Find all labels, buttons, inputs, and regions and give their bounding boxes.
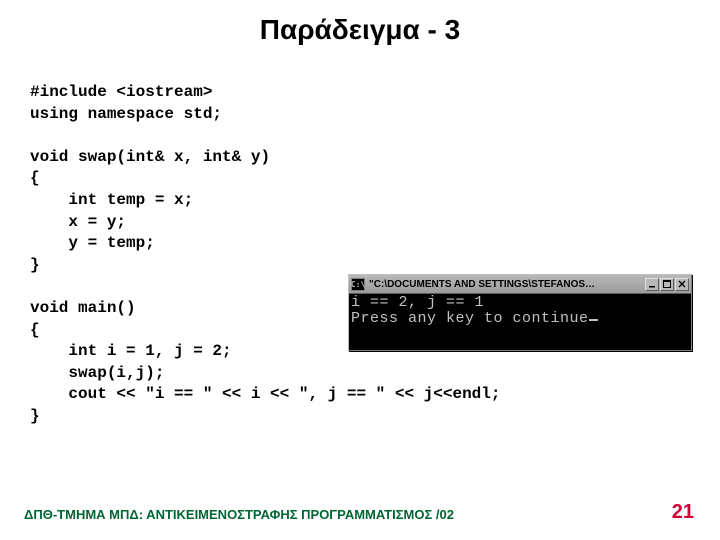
slide-footer: ΔΠΘ-ΤΜΗΜΑ ΜΠΔ: ΑΝΤΙΚΕΙΜΕΝΟΣΤΡΑΦΗΣ ΠΡΟΓΡΑ… <box>24 507 454 522</box>
console-line-1: i == 2, j == 1 <box>351 294 484 311</box>
slide-title: Παράδειγμα - 3 <box>0 0 720 54</box>
console-titlebar: C:\ "C:\DOCUMENTS AND SETTINGS\STEFANOS… <box>349 275 691 294</box>
cursor-icon <box>589 319 598 321</box>
console-title-text: "C:\DOCUMENTS AND SETTINGS\STEFANOS… <box>369 279 645 290</box>
window-control-group <box>645 278 689 291</box>
maximize-button[interactable] <box>660 278 674 291</box>
console-output: i == 2, j == 1 Press any key to continue <box>349 294 691 350</box>
console-line-2: Press any key to continue <box>351 310 589 327</box>
console-window: C:\ "C:\DOCUMENTS AND SETTINGS\STEFANOS…… <box>348 274 692 351</box>
console-cmd-icon: C:\ <box>351 278 365 291</box>
close-button[interactable] <box>675 278 689 291</box>
page-number: 21 <box>672 501 694 524</box>
minimize-button[interactable] <box>645 278 659 291</box>
code-listing: #include <iostream> using namespace std;… <box>0 54 720 428</box>
